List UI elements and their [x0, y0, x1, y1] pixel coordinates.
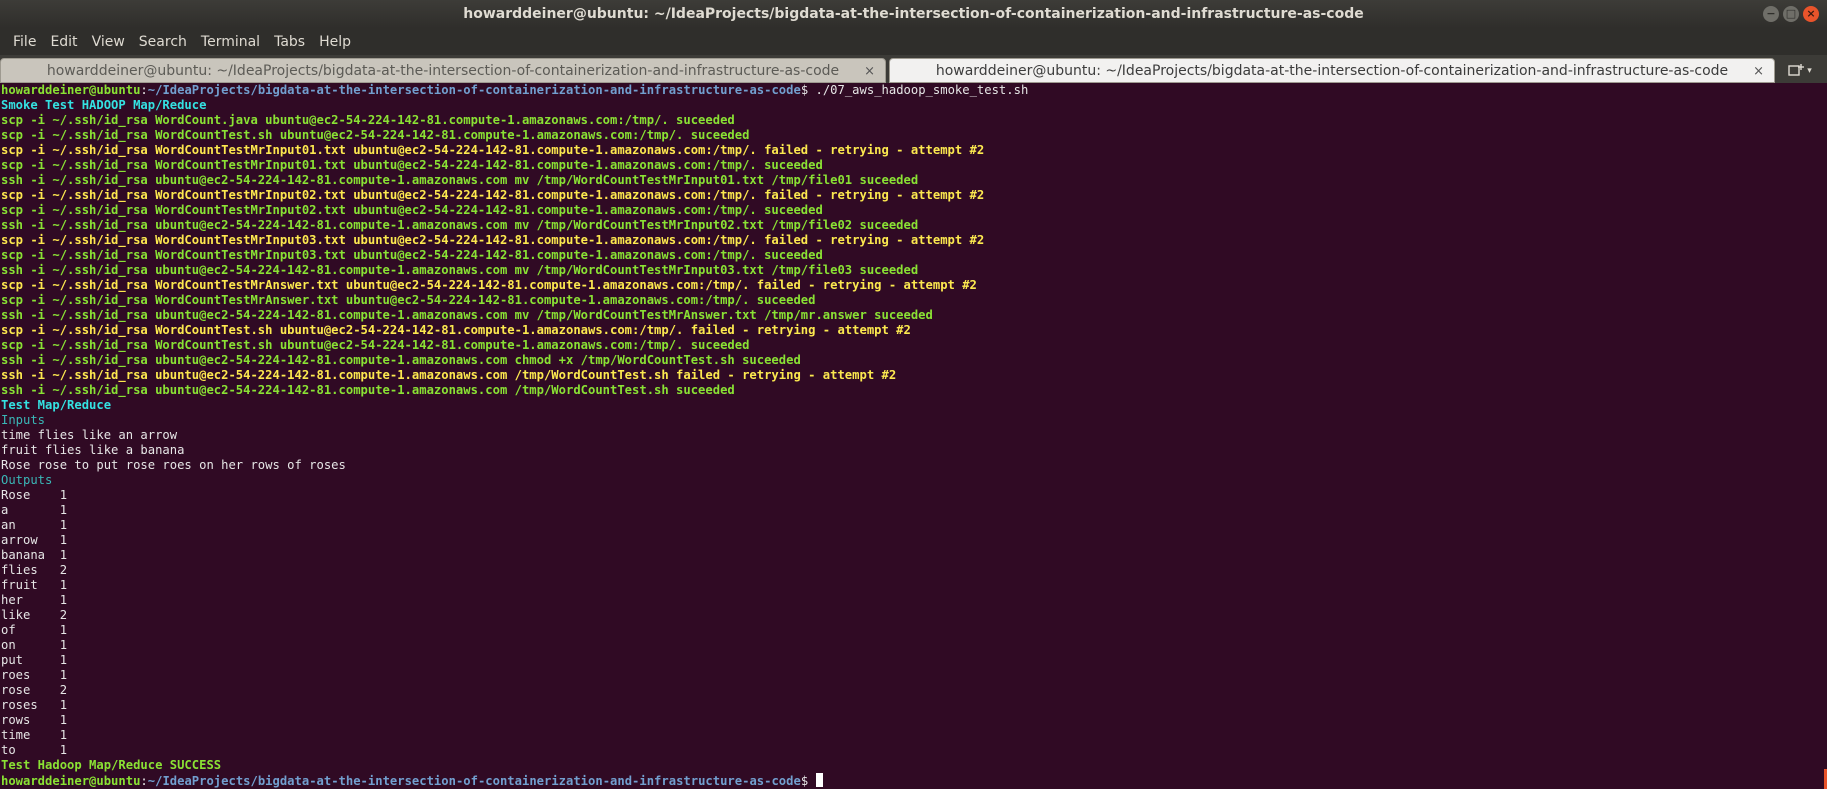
- terminal-line: like 2: [1, 608, 68, 622]
- prompt-command: ./07_aws_hadoop_smoke_test.sh: [808, 83, 1029, 97]
- command-prompt-line: howarddeiner@ubuntu:~/IdeaProjects/bigda…: [0, 83, 1827, 98]
- terminal-line: to 1: [1, 743, 68, 757]
- close-icon[interactable]: ×: [864, 59, 875, 84]
- terminal-line: Outputs: [1, 473, 53, 487]
- terminal-line: rows 1: [1, 713, 68, 727]
- terminal-line: ssh -i ~/.ssh/id_rsa ubuntu@ec2-54-224-1…: [1, 368, 897, 382]
- menu-edit[interactable]: Edit: [43, 34, 84, 50]
- terminal-line: ssh -i ~/.ssh/id_rsa ubuntu@ec2-54-224-1…: [1, 173, 919, 187]
- terminal-line: time flies like an arrow: [1, 428, 178, 442]
- menu-help[interactable]: Help: [312, 34, 358, 50]
- terminal-line: ssh -i ~/.ssh/id_rsa ubuntu@ec2-54-224-1…: [1, 263, 919, 277]
- terminal-line: ssh -i ~/.ssh/id_rsa ubuntu@ec2-54-224-1…: [1, 218, 919, 232]
- tab-1-label: howarddeiner@ubuntu: ~/IdeaProjects/bigd…: [46, 63, 840, 79]
- terminal-line: time 1: [1, 728, 68, 742]
- tab-2-label: howarddeiner@ubuntu: ~/IdeaProjects/bigd…: [935, 63, 1729, 79]
- terminal-line: put 1: [1, 653, 68, 667]
- terminal-line: rose 2: [1, 683, 68, 697]
- window-title: howarddeiner@ubuntu: ~/IdeaProjects/bigd…: [463, 6, 1364, 22]
- terminal-line: her 1: [1, 593, 68, 607]
- prompt-colon: :: [140, 83, 148, 97]
- terminal-line: scp -i ~/.ssh/id_rsa WordCountTest.sh ub…: [1, 323, 911, 337]
- menu-search[interactable]: Search: [132, 34, 194, 50]
- terminal-line: arrow 1: [1, 533, 68, 547]
- terminal-line: Inputs: [1, 413, 46, 427]
- terminal-line: scp -i ~/.ssh/id_rsa WordCountTestMrAnsw…: [1, 278, 977, 292]
- prompt-user: howarddeiner@ubuntu: [1, 83, 141, 97]
- terminal-line: banana 1: [1, 548, 68, 562]
- terminal-line: of 1: [1, 623, 68, 637]
- prompt-dollar: $: [800, 774, 816, 788]
- terminal-line: Rose 1: [1, 488, 68, 502]
- terminal-line: scp -i ~/.ssh/id_rsa WordCountTestMrInpu…: [1, 188, 985, 202]
- terminal-line: scp -i ~/.ssh/id_rsa WordCountTestMrInpu…: [1, 248, 823, 262]
- terminal-line: Test Map/Reduce: [1, 398, 112, 412]
- terminal-line: Test Hadoop Map/Reduce SUCCESS: [1, 758, 222, 772]
- terminal-line: on 1: [1, 638, 68, 652]
- minimize-button[interactable]: −: [1763, 6, 1779, 22]
- prompt-user: howarddeiner@ubuntu: [1, 774, 141, 788]
- text-cursor: [815, 773, 823, 787]
- terminal-line: a 1: [1, 503, 68, 517]
- terminal-line: ssh -i ~/.ssh/id_rsa ubuntu@ec2-54-224-1…: [1, 353, 801, 367]
- terminal-line: an 1: [1, 518, 68, 532]
- close-icon[interactable]: ×: [1753, 59, 1764, 84]
- terminal-scrollbar[interactable]: [1822, 83, 1827, 789]
- menu-view[interactable]: View: [85, 34, 132, 50]
- terminal-line: Smoke Test HADOOP Map/Reduce: [1, 98, 207, 112]
- tab-1[interactable]: howarddeiner@ubuntu: ~/IdeaProjects/bigd…: [0, 58, 886, 83]
- terminal-line: scp -i ~/.ssh/id_rsa WordCountTest.sh ub…: [1, 338, 750, 352]
- final-prompt-line: howarddeiner@ubuntu:~/IdeaProjects/bigda…: [0, 773, 1827, 788]
- terminal-line: ssh -i ~/.ssh/id_rsa ubuntu@ec2-54-224-1…: [1, 308, 933, 322]
- terminal-line: fruit flies like a banana: [1, 443, 185, 457]
- menu-file[interactable]: File: [6, 34, 43, 50]
- terminal-line: scp -i ~/.ssh/id_rsa WordCountTestMrInpu…: [1, 143, 985, 157]
- menu-tabs[interactable]: Tabs: [267, 34, 312, 50]
- terminal-line: ssh -i ~/.ssh/id_rsa ubuntu@ec2-54-224-1…: [1, 383, 735, 397]
- prompt-path: ~/IdeaProjects/bigdata-at-the-intersecti…: [147, 83, 801, 97]
- menu-bar: File Edit View Search Terminal Tabs Help: [0, 28, 1827, 55]
- tab-bar: howarddeiner@ubuntu: ~/IdeaProjects/bigd…: [0, 55, 1827, 83]
- close-button[interactable]: ×: [1803, 6, 1819, 22]
- chevron-down-icon: ▾: [1807, 65, 1812, 76]
- terminal-line: roses 1: [1, 698, 68, 712]
- prompt-colon: :: [140, 774, 148, 788]
- terminal-line: scp -i ~/.ssh/id_rsa WordCountTestMrInpu…: [1, 233, 985, 247]
- terminal-line: roes 1: [1, 668, 68, 682]
- maximize-button[interactable]: □: [1783, 6, 1799, 22]
- terminal-line: scp -i ~/.ssh/id_rsa WordCountTestMrInpu…: [1, 203, 823, 217]
- terminal-line: Rose rose to put rose roes on her rows o…: [1, 458, 346, 472]
- window-controls: − □ ×: [1763, 6, 1819, 22]
- terminal-line: scp -i ~/.ssh/id_rsa WordCountTest.sh ub…: [1, 128, 750, 142]
- new-tab-icon: [1788, 63, 1805, 76]
- terminal-line: scp -i ~/.ssh/id_rsa WordCountTestMrInpu…: [1, 158, 823, 172]
- new-tab-button[interactable]: ▾: [1778, 58, 1822, 83]
- menu-terminal[interactable]: Terminal: [194, 34, 267, 50]
- terminal-line: fruit 1: [1, 578, 68, 592]
- window-titlebar[interactable]: howarddeiner@ubuntu: ~/IdeaProjects/bigd…: [0, 0, 1827, 28]
- tab-2[interactable]: howarddeiner@ubuntu: ~/IdeaProjects/bigd…: [889, 58, 1775, 83]
- terminal-line: scp -i ~/.ssh/id_rsa WordCountTestMrAnsw…: [1, 293, 816, 307]
- terminal-line: scp -i ~/.ssh/id_rsa WordCount.java ubun…: [1, 113, 735, 127]
- terminal-output[interactable]: howarddeiner@ubuntu:~/IdeaProjects/bigda…: [0, 83, 1827, 789]
- output-lines: Smoke Test HADOOP Map/Reduce scp -i ~/.ss…: [0, 98, 1827, 773]
- prompt-path: ~/IdeaProjects/bigdata-at-the-intersecti…: [147, 774, 801, 788]
- terminal-line: flies 2: [1, 563, 68, 577]
